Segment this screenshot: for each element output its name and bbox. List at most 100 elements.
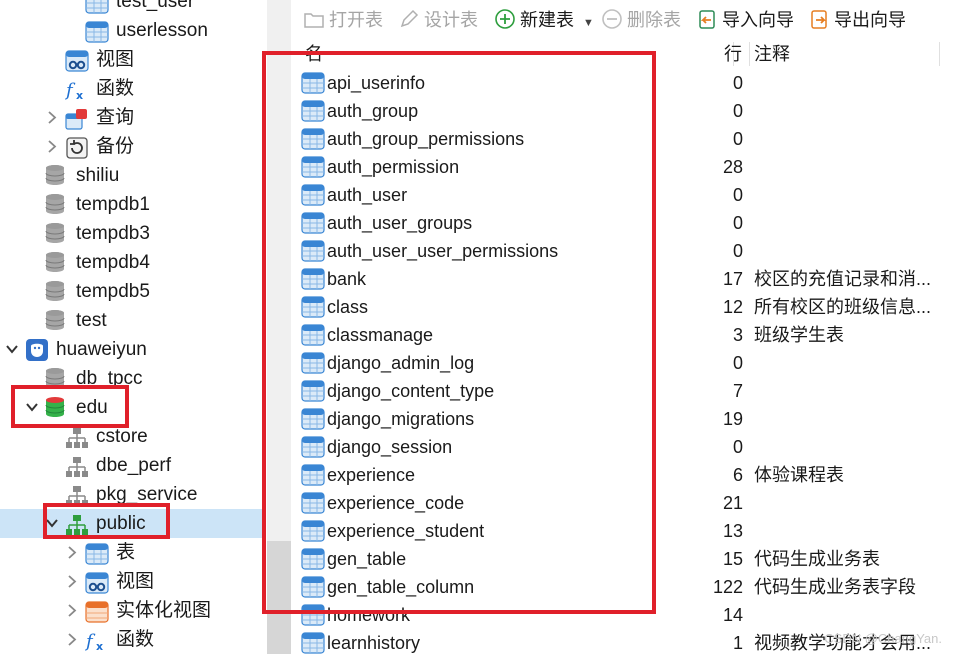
object-toolbar: 打开表 设计表 新建表 ▼ 删除表 导入向导 导出向导 xyxy=(291,0,956,40)
navigation-tree: test_user userlesson 视图 f x 函数 查询 备份 shiliu tempd… xyxy=(0,0,267,654)
sidebar-item-[interactable]: 视图 xyxy=(0,45,262,74)
chevron-right-icon[interactable] xyxy=(64,596,80,625)
row-count: 122 xyxy=(712,577,743,597)
sidebar-item-[interactable]: f x 函数 xyxy=(0,74,262,103)
minus-circle-icon xyxy=(601,8,623,30)
import-icon xyxy=(696,8,718,30)
table-icon xyxy=(85,21,109,43)
chevron-right-icon[interactable] xyxy=(44,132,60,161)
view-icon xyxy=(85,572,109,594)
row-count: 19 xyxy=(722,409,743,429)
row-count: 17 xyxy=(722,269,743,289)
column-divider[interactable] xyxy=(939,42,940,66)
row-count: 0 xyxy=(732,241,743,261)
row-count: 21 xyxy=(722,493,743,513)
sidebar-item-test[interactable]: test xyxy=(0,306,262,335)
row-count: 1 xyxy=(732,633,743,653)
new-table-button[interactable]: 新建表 ▼ xyxy=(494,6,594,34)
sidebar-item-label: 表 xyxy=(116,542,136,563)
sidebar-item-tempdb4[interactable]: tempdb4 xyxy=(0,248,262,277)
sidebar-item-tempdb3[interactable]: tempdb3 xyxy=(0,219,262,248)
chevron-down-icon[interactable] xyxy=(4,335,20,364)
export-wizard-label: 导出向导 xyxy=(834,10,906,30)
sidebar-item-userlesson[interactable]: userlesson xyxy=(0,16,262,45)
sidebar-item-label: tempdb1 xyxy=(76,194,150,215)
export-wizard-button[interactable]: 导出向导 xyxy=(808,6,906,34)
sidebar-item-dbe-perf[interactable]: dbe_perf xyxy=(0,451,262,480)
svg-text:f: f xyxy=(85,631,96,652)
sidebar-item-tempdb1[interactable]: tempdb1 xyxy=(0,190,262,219)
export-icon xyxy=(808,8,830,30)
chevron-right-icon[interactable] xyxy=(64,567,80,596)
chevron-right-icon[interactable] xyxy=(44,103,60,132)
sidebar-item-test-user[interactable]: test_user xyxy=(0,0,262,16)
table-comment: 代码生成业务表 xyxy=(754,549,880,569)
import-wizard-label: 导入向导 xyxy=(722,10,794,30)
row-count: 15 xyxy=(722,549,743,569)
design-table-label: 设计表 xyxy=(424,10,478,30)
sidebar-item-label: 备份 xyxy=(96,136,135,157)
schema-icon xyxy=(65,456,88,477)
row-count: 7 xyxy=(732,381,743,401)
dropdown-arrow-icon[interactable]: ▼ xyxy=(583,17,594,29)
chevron-right-icon[interactable] xyxy=(64,625,80,654)
chevron-right-icon[interactable] xyxy=(64,538,80,567)
sidebar-item-tempdb5[interactable]: tempdb5 xyxy=(0,277,262,306)
query-icon xyxy=(65,108,87,130)
table-icon xyxy=(85,543,109,565)
row-count: 14 xyxy=(722,605,743,625)
table-comment: 体验课程表 xyxy=(754,465,844,485)
table-comment: 班级学生表 xyxy=(754,325,844,345)
sidebar-item-label: tempdb3 xyxy=(76,223,150,244)
import-wizard-button[interactable]: 导入向导 xyxy=(696,6,794,34)
sidebar-item-[interactable]: 表 xyxy=(0,538,262,567)
backup-icon xyxy=(65,137,88,159)
table-comment: 校区的充值记录和消... xyxy=(754,269,932,289)
sidebar-item-[interactable]: 实体化视图 xyxy=(0,596,262,625)
sidebar-item-[interactable]: 备份 xyxy=(0,132,262,161)
sidebar-item-label: dbe_perf xyxy=(96,455,172,476)
schema-icon xyxy=(65,427,88,448)
row-count: 28 xyxy=(722,157,743,177)
schema-icon xyxy=(65,485,88,506)
sidebar-item-label: 实体化视图 xyxy=(116,600,212,621)
svg-text:x: x xyxy=(76,89,83,101)
sidebar-item-label: 视图 xyxy=(116,571,155,592)
sidebar-item-[interactable]: f x 函数 xyxy=(0,625,262,654)
row-count: 0 xyxy=(732,437,743,457)
sidebar-item-label: test_user xyxy=(116,0,195,12)
table-comment: 代码生成业务表字段 xyxy=(754,577,916,597)
connection-icon xyxy=(25,338,48,361)
column-header-rows[interactable]: 行 xyxy=(724,40,742,68)
delete-table-label: 删除表 xyxy=(627,10,681,30)
column-header-comment[interactable]: 注释 xyxy=(754,40,790,68)
annotation-box-table-list xyxy=(262,51,656,614)
table-name: learnhistory xyxy=(327,633,421,653)
sidebar-item-label: 函数 xyxy=(116,629,155,650)
folder-icon xyxy=(303,8,325,30)
annotation-box-edu xyxy=(11,385,129,428)
pencil-icon xyxy=(398,8,420,30)
sidebar-item-label: userlesson xyxy=(116,20,208,41)
open-table-button[interactable]: 打开表 xyxy=(303,6,383,34)
row-count: 3 xyxy=(732,325,743,345)
sidebar-item-label: tempdb5 xyxy=(76,281,150,302)
sidebar-item-shiliu[interactable]: shiliu xyxy=(0,161,262,190)
sidebar-item-huaweiyun[interactable]: huaweiyun xyxy=(0,335,262,364)
row-count: 0 xyxy=(732,73,743,93)
sidebar-item-[interactable]: 查询 xyxy=(0,103,262,132)
database-icon xyxy=(45,222,65,244)
sidebar-item-[interactable]: 视图 xyxy=(0,567,262,596)
delete-table-button[interactable]: 删除表 xyxy=(601,6,681,34)
column-divider[interactable] xyxy=(749,42,750,66)
database-icon xyxy=(45,309,65,331)
database-icon xyxy=(45,280,65,302)
sidebar-item-label: tempdb4 xyxy=(76,252,150,273)
table-icon xyxy=(85,0,109,14)
sidebar-item-label: 查询 xyxy=(96,107,135,128)
svg-text:f: f xyxy=(65,80,76,101)
design-table-button[interactable]: 设计表 xyxy=(398,6,478,34)
database-icon xyxy=(45,251,65,273)
open-table-label: 打开表 xyxy=(329,10,383,30)
row-count: 0 xyxy=(732,213,743,233)
